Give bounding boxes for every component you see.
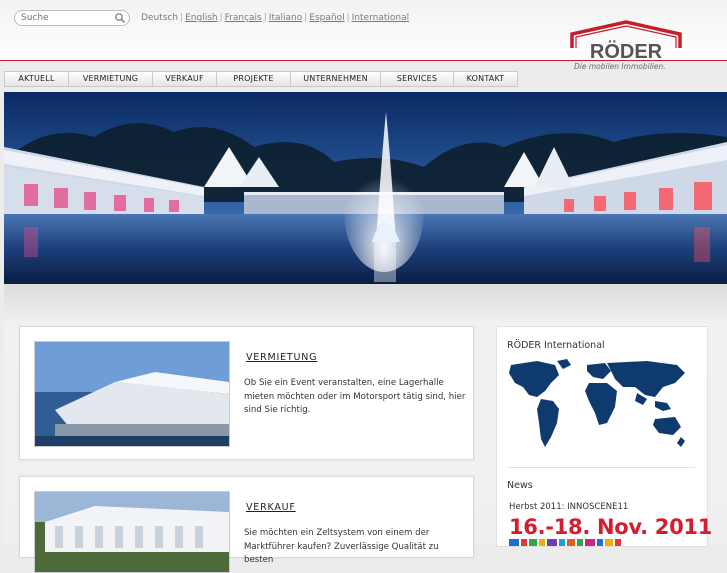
news-item-title[interactable]: Herbst 2011: INNOSCENE11: [509, 502, 628, 512]
logo-tagline: Die mobilen Immobilien.: [574, 62, 666, 71]
lang-international[interactable]: International: [352, 13, 409, 23]
lang-espanol[interactable]: Español: [309, 13, 344, 23]
search-input[interactable]: [21, 12, 113, 24]
news-heading[interactable]: News: [507, 480, 533, 491]
vermietung-heading[interactable]: VERMIETUNG: [246, 352, 317, 363]
hero-image: [4, 92, 727, 284]
logo-wordmark: RÖDER: [590, 40, 663, 63]
international-heading[interactable]: RÖDER International: [507, 340, 605, 351]
language-selector: Deutsch | English | Français | Italiano | Españo…: [141, 13, 410, 23]
nav-unternehmen[interactable]: UNTERNEHMEN: [291, 72, 381, 86]
lang-english[interactable]: English: [185, 13, 218, 23]
lang-francais[interactable]: Français: [225, 13, 262, 23]
verkauf-thumbnail[interactable]: [34, 491, 230, 573]
search-box[interactable]: [14, 10, 130, 26]
sidebar-divider: [507, 467, 695, 468]
nav-verkauf[interactable]: VERKAUF: [153, 72, 217, 86]
panel-verkauf: VERKAUF Sie möchten ein Zeltsystem von e…: [19, 476, 474, 573]
vermietung-text: Ob Sie ein Event veranstalten, eine Lage…: [244, 378, 466, 415]
nav-kontakt[interactable]: KONTAKT: [454, 72, 517, 86]
logo-roof-mark: RÖDER: [570, 20, 682, 63]
search-icon[interactable]: [114, 12, 126, 24]
nav-services[interactable]: SERVICES: [381, 72, 454, 86]
news-date-banner[interactable]: 16.-18. Nov. 2011: [509, 515, 712, 539]
world-map-icon[interactable]: [507, 357, 689, 455]
sidebar: RÖDER International News Herbst 2011: IN…: [496, 326, 712, 547]
vermietung-thumbnail[interactable]: [34, 341, 230, 447]
roeder-logo[interactable]: RÖDER Die mobilen Immobilien.: [570, 20, 682, 74]
lang-italiano[interactable]: Italiano: [269, 13, 302, 23]
verkauf-text: Sie möchten ein Zeltsystem von einem der…: [244, 528, 439, 565]
panel-vermietung: VERMIETUNG Ob Sie ein Event veranstalten…: [19, 326, 474, 460]
nav-projekte[interactable]: PROJEKTE: [217, 72, 291, 86]
nav-aktuell[interactable]: AKTUELL: [5, 72, 69, 86]
lang-deutsch[interactable]: Deutsch: [141, 13, 178, 23]
nav-vermietung[interactable]: VERMIETUNG: [69, 72, 153, 86]
verkauf-heading[interactable]: VERKAUF: [246, 502, 296, 513]
main-navigation: AKTUELL VERMIETUNG VERKAUF PROJEKTE UNTE…: [4, 71, 518, 87]
